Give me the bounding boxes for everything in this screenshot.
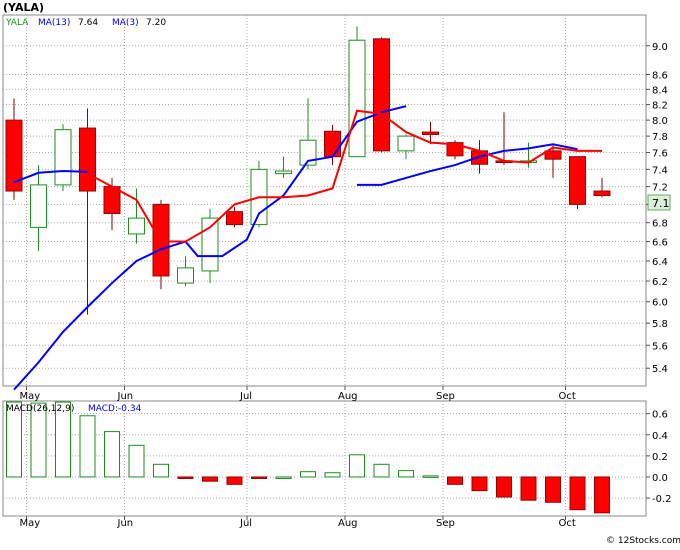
price-y-tick-label: 6.6 <box>652 238 668 249</box>
legend-ma3-label: MA(3) <box>112 18 139 28</box>
macd-bar <box>447 476 463 485</box>
macd-bar <box>496 476 512 498</box>
macd-x-tick-label: Sep <box>436 518 455 529</box>
price-y-tick-label: 8.2 <box>652 101 668 112</box>
candle-body <box>177 267 194 284</box>
price-y-tick-label: 9.0 <box>652 42 668 53</box>
price-y-tick-label: 7.4 <box>652 165 668 176</box>
price-y-tick-label: 8.0 <box>652 116 668 127</box>
legend-ma13-label: MA(13) <box>38 18 70 28</box>
macd-y-tick-label: -0.2 <box>652 494 672 505</box>
candle-body <box>348 39 366 158</box>
macd-bar <box>79 415 96 478</box>
candle-body <box>569 156 586 205</box>
candle-body <box>593 190 611 196</box>
macd-legend-label: MACD(26,12,9) <box>6 404 74 414</box>
price-x-tick-label: Oct <box>559 391 576 402</box>
price-y-tick-label: 6.4 <box>652 257 668 268</box>
price-x-tick-label: Jul <box>239 391 252 402</box>
macd-bar <box>128 444 145 478</box>
price-x-tick-label: Jun <box>117 391 134 402</box>
candle-body <box>30 184 47 228</box>
price-x-tick-label: Sep <box>436 391 455 402</box>
price-y-tick-label: 6.0 <box>652 298 668 309</box>
macd-bar <box>226 476 243 485</box>
price-y-tick-label: 6.8 <box>652 219 668 230</box>
price-y-tick-label: 5.6 <box>652 341 668 352</box>
candle-body <box>54 129 72 186</box>
price-y-tick-label: 7.6 <box>652 149 668 160</box>
price-y-tick-label: 8.4 <box>652 85 668 96</box>
stock-chart: 5.45.65.86.06.26.46.66.87.07.27.47.67.88… <box>0 0 680 550</box>
price-y-tick-label: 6.2 <box>652 277 668 288</box>
macd-bar <box>569 476 586 511</box>
macd-bar <box>300 471 316 478</box>
price-y-tick-label: 5.8 <box>652 319 668 330</box>
macd-bar <box>398 470 414 478</box>
macd-legend-value: MACD:-0.34 <box>88 404 142 414</box>
macd-bar <box>30 402 47 478</box>
legend-ma13-value: 7.64 <box>78 18 98 28</box>
macd-bar <box>324 472 341 478</box>
price-x-tick-label: May <box>20 391 41 402</box>
candle-body <box>275 170 292 175</box>
macd-y-tick-label: 0.0 <box>652 473 668 484</box>
macd-bar <box>153 463 169 478</box>
candle-body <box>226 211 243 226</box>
macd-y-tick-label: 0.2 <box>652 452 668 463</box>
price-y-tick-label: 7.2 <box>652 183 668 194</box>
macd-bar <box>594 476 610 514</box>
macd-bar <box>177 476 194 479</box>
macd-bar <box>275 476 292 479</box>
macd-x-tick-label: Jul <box>239 518 252 529</box>
candle-body <box>128 217 145 235</box>
price-y-tick-label: 5.4 <box>652 364 668 375</box>
chart-svg: 5.45.65.86.06.26.46.66.87.07.27.47.67.88… <box>0 0 680 546</box>
chart-background <box>0 0 680 546</box>
candle-body <box>397 135 415 152</box>
chart-title: (YALA) <box>3 1 44 14</box>
price-x-tick-label: Aug <box>338 391 358 402</box>
legend-ma3-value: 7.20 <box>146 18 166 28</box>
macd-bar <box>422 475 439 478</box>
macd-bar <box>471 476 488 492</box>
candle-body <box>422 131 439 136</box>
macd-bar <box>251 476 267 479</box>
current-price-tag: 7.1 <box>652 197 670 210</box>
candle-body <box>373 38 390 152</box>
macd-x-tick-label: Aug <box>338 518 358 529</box>
macd-bar <box>373 463 390 478</box>
watermark: © 12Stocks.com <box>606 536 680 546</box>
macd-bar <box>545 476 561 503</box>
macd-bar <box>520 476 537 501</box>
macd-bar <box>104 431 120 478</box>
candle-body <box>324 130 341 158</box>
macd-y-tick-label: 0.6 <box>652 410 668 421</box>
price-y-tick-label: 8.6 <box>652 70 668 81</box>
macd-x-tick-label: Oct <box>559 518 576 529</box>
candle-body <box>79 127 96 192</box>
price-y-tick-label: 7.8 <box>652 132 668 143</box>
macd-bar <box>202 476 218 482</box>
macd-y-tick-label: 0.4 <box>652 431 668 442</box>
macd-x-tick-label: May <box>20 518 41 529</box>
legend-ticker: YALA <box>5 18 29 28</box>
macd-x-tick-label: Jun <box>117 518 134 529</box>
macd-bar <box>349 454 365 478</box>
